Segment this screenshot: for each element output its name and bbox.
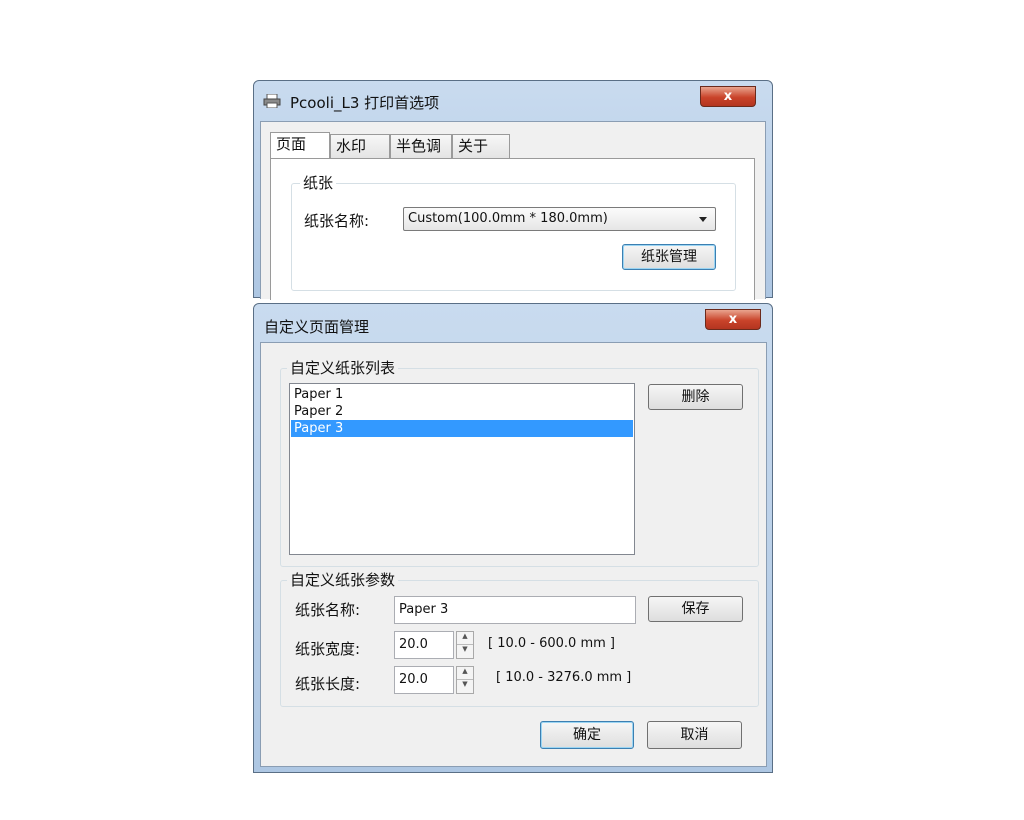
paper-name-select[interactable]: Custom(100.0mm * 180.0mm) [403, 207, 716, 231]
tab-about[interactable]: 关于 [452, 134, 510, 158]
paper-width-label: 纸张宽度: [295, 640, 361, 658]
list-item-paper-1[interactable]: Paper 1 [291, 386, 633, 403]
ok-button[interactable]: 确定 [540, 721, 634, 749]
cancel-button[interactable]: 取消 [647, 721, 742, 749]
custom-page-manager-window: 自定义页面管理 x 自定义纸张列表 Paper 1 Paper 2 Paper … [253, 303, 773, 773]
paper-group-label: 纸张 [300, 172, 337, 193]
tab-panel-page: 纸张 纸张名称: Custom(100.0mm * 180.0mm) 纸张管理 [270, 158, 755, 300]
paper-manage-button[interactable]: 纸张管理 [622, 244, 716, 270]
paper-name-field[interactable]: Paper 3 [394, 596, 636, 624]
tab-page[interactable]: 页面 [270, 132, 330, 158]
paper-length-field[interactable]: 20.0 [394, 666, 454, 694]
paper-list-group: 自定义纸张列表 Paper 1 Paper 2 Paper 3 删除 [280, 357, 759, 567]
window-title: 自定义页面管理 [264, 318, 370, 336]
window-client-area: 页面 水印 半色调 关于 纸张 纸张名称: Custom(100.0mm * 1… [260, 121, 766, 300]
chevron-down-icon [699, 217, 707, 222]
paper-width-field[interactable]: 20.0 [394, 631, 454, 659]
paper-name-select-value: Custom(100.0mm * 180.0mm) [408, 211, 608, 226]
paper-name-label: 纸张名称: [295, 601, 361, 619]
close-button[interactable]: x [700, 86, 756, 107]
paper-params-group: 自定义纸张参数 纸张名称: Paper 3 保存 纸张宽度: 20.0 ▲ ▼ … [280, 569, 759, 707]
list-item-paper-3[interactable]: Paper 3 [291, 420, 633, 437]
paper-group: 纸张 纸张名称: Custom(100.0mm * 180.0mm) 纸张管理 [291, 172, 736, 291]
paper-length-spinner: ▲ ▼ [456, 666, 474, 694]
paper-width-spinner: ▲ ▼ [456, 631, 474, 659]
spin-down-icon[interactable]: ▼ [457, 680, 473, 693]
spin-up-icon[interactable]: ▲ [457, 632, 473, 645]
delete-button[interactable]: 删除 [648, 384, 743, 410]
printer-icon [263, 94, 281, 108]
paper-params-group-label: 自定义纸张参数 [287, 569, 399, 590]
spin-down-icon[interactable]: ▼ [457, 645, 473, 658]
paper-length-range: [ 10.0 - 3276.0 mm ] [496, 670, 632, 685]
spin-up-icon[interactable]: ▲ [457, 667, 473, 680]
tab-watermark[interactable]: 水印 [330, 134, 390, 158]
paper-width-range: [ 10.0 - 600.0 mm ] [488, 636, 615, 651]
save-button[interactable]: 保存 [648, 596, 743, 622]
paper-list-group-label: 自定义纸张列表 [287, 357, 399, 378]
paper-name-label: 纸张名称: [304, 212, 370, 230]
tab-halftone[interactable]: 半色调 [390, 134, 452, 158]
printer-preferences-window: Pcooli_L3 打印首选项 x 页面 水印 半色调 关于 纸张 纸张名称: … [253, 80, 773, 300]
tab-strip: 页面 水印 半色调 关于 [270, 132, 530, 160]
window-title: Pcooli_L3 打印首选项 [290, 94, 440, 112]
close-button[interactable]: x [705, 309, 761, 330]
list-item-paper-2[interactable]: Paper 2 [291, 403, 633, 420]
window-client-area: 自定义纸张列表 Paper 1 Paper 2 Paper 3 删除 自定义纸张… [260, 342, 767, 767]
paper-length-label: 纸张长度: [295, 675, 361, 693]
paper-list[interactable]: Paper 1 Paper 2 Paper 3 [289, 383, 635, 555]
